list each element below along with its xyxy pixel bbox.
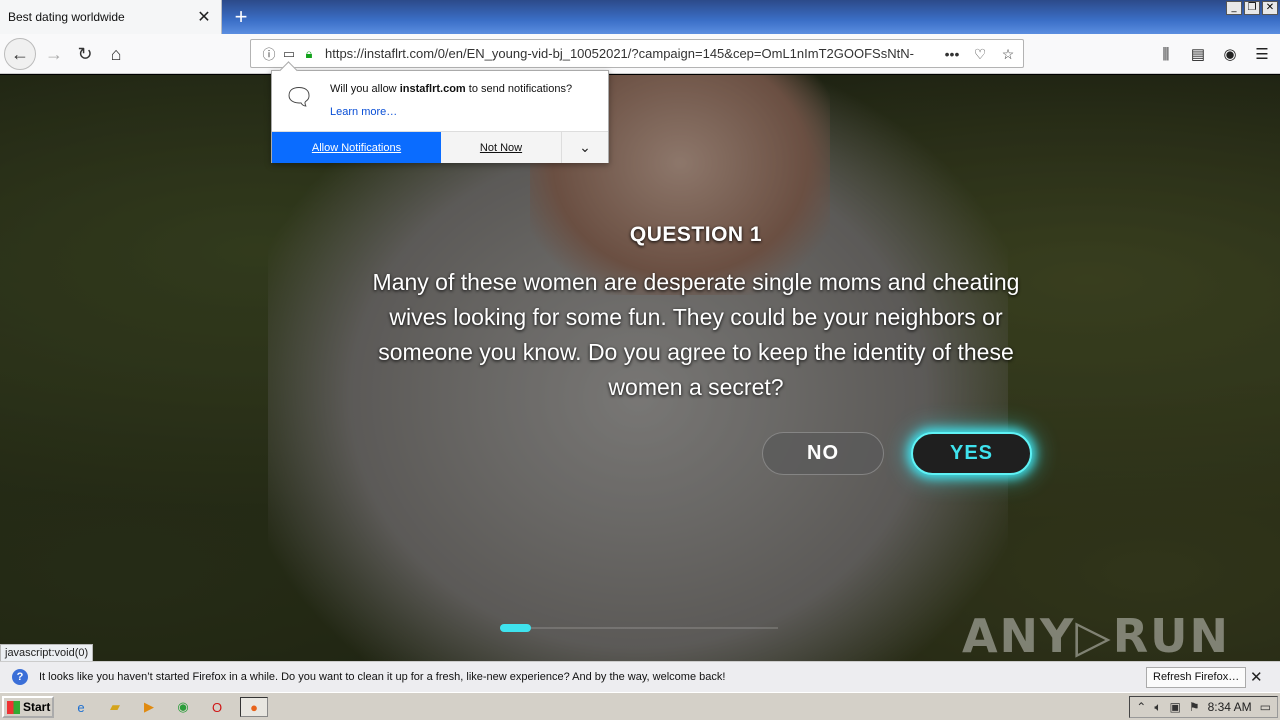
notification-message: Will you allow instaflrt.com to send not… [330,83,572,95]
refresh-firefox-button[interactable]: Refresh Firefox… [1146,667,1247,688]
sidebar-icon[interactable]: ▤ [1186,38,1210,70]
tab-best-dating[interactable]: Best dating worldwide ✕ [0,0,222,34]
navigation-toolbar: ← → ↻ ⌂ ⓘ ▭ 🔒︎ https://instaflrt.com/0/e… [0,34,1280,74]
clock: 8:34 AM [1207,700,1252,714]
tab-close-icon[interactable]: ✕ [195,7,213,27]
infobar-message: It looks like you haven’t started Firefo… [39,671,726,683]
tab-title: Best dating worldwide [8,10,125,24]
bookmark-star-icon[interactable]: ☆ [999,44,1017,64]
network-icon[interactable]: ▣ [1170,700,1181,714]
infobar-close-icon[interactable]: ✕ [1250,668,1263,686]
page-content: QUESTION 1 Many of these women are despe… [0,75,1280,661]
question-title: QUESTION 1 [629,223,763,246]
new-tab-icon[interactable]: + [228,4,254,30]
windows-logo-icon [7,700,20,714]
url-actions: ••• ♡ ☆ [943,44,1017,64]
window-controls: _ ❐ ✕ [1226,1,1278,15]
info-icon[interactable]: ⓘ [259,44,279,64]
refresh-firefox-infobar: ? It looks like you haven’t started Fire… [0,661,1280,692]
back-arrow-icon[interactable]: ← [4,38,36,70]
url-text[interactable]: https://instaflrt.com/0/en/EN_young-vid-… [325,46,915,61]
flag-icon[interactable]: ⚑ [1189,700,1200,714]
reload-icon[interactable]: ↻ [69,38,101,70]
close-window-button[interactable]: ✕ [1262,1,1278,15]
notification-message-prefix: Will you allow [330,83,400,95]
tab-strip: Best dating worldwide ✕ + _ ❐ ✕ [0,0,1280,34]
show-desktop-icon[interactable]: ▭ [1260,700,1271,714]
start-label: Start [23,700,51,714]
yes-button[interactable]: YES [911,432,1032,475]
screen: Best dating worldwide ✕ + _ ❐ ✕ ← → ↻ ⌂ … [0,0,1280,720]
right-toolbar: ⫼ ▤ ◉ ☰ [1154,38,1280,70]
not-now-button[interactable]: Not Now [441,132,562,163]
notification-message-suffix: to send notifications? [465,83,573,95]
anyrun-watermark: ANY▷RUN [961,609,1230,661]
pocket-icon[interactable]: ♡ [971,44,989,64]
no-button[interactable]: NO [762,432,884,475]
taskbar: Start e ▰ ▶ ◉ O ● ⌃ 🔈︎ ▣ ⚑ 8:34 AM ▭ [0,692,1280,720]
start-button[interactable]: Start [2,696,54,718]
quick-launch: e ▰ ▶ ◉ O ● [70,697,268,717]
learn-more-link[interactable]: Learn more… [330,106,397,118]
tray-expand-icon[interactable]: ⌃ [1136,700,1146,714]
home-icon[interactable]: ⌂ [100,38,132,70]
allow-notifications-button[interactable]: Allow Notifications [272,132,441,163]
page-actions-icon[interactable]: ••• [943,44,961,64]
notification-permission-popup: 🗨︎ Will you allow instaflrt.com to send … [271,70,609,163]
internet-explorer-icon[interactable]: e [70,697,92,717]
opera-icon[interactable]: O [206,697,228,717]
question-text: Many of these women are desperate single… [372,269,1020,400]
forward-arrow-icon[interactable]: → [38,38,70,70]
volume-icon[interactable]: 🔈︎ [1154,700,1161,715]
url-bar[interactable]: ⓘ ▭ 🔒︎ https://instaflrt.com/0/en/EN_you… [250,39,1024,68]
quiz-progress-fill [500,624,531,632]
restore-button[interactable]: ❐ [1244,1,1260,15]
system-tray: ⌃ 🔈︎ ▣ ⚑ 8:34 AM ▭ [1129,696,1278,718]
library-icon[interactable]: ⫼ [1154,38,1178,70]
minimize-button[interactable]: _ [1226,1,1242,15]
firefox-taskbar-icon[interactable]: ● [240,697,268,717]
quiz-progress-bar [500,624,778,632]
question-icon: ? [12,669,28,685]
chevron-down-icon[interactable]: ⌄ [562,132,608,163]
status-link-text: javascript:void(0) [0,644,94,661]
lock-icon[interactable]: 🔒︎ [299,44,319,64]
account-icon[interactable]: ◉ [1218,38,1242,70]
menu-icon[interactable]: ☰ [1250,38,1274,70]
chat-bubble-icon: 🗨︎ [284,84,315,111]
notification-actions: Allow Notifications Not Now ⌄ [272,131,608,163]
media-player-icon[interactable]: ▶ [138,697,160,717]
notification-permission-icon[interactable]: ▭ [279,44,299,64]
notification-site: instaflrt.com [399,83,466,95]
chrome-icon[interactable]: ◉ [172,697,194,717]
folder-icon[interactable]: ▰ [104,697,126,717]
